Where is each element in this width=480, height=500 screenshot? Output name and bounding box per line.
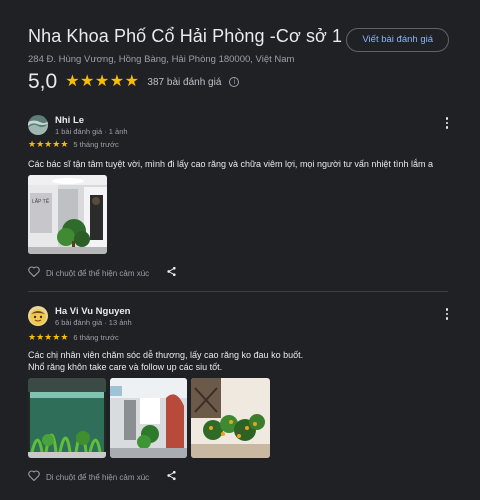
review-text: Các bác sĩ tận tâm tuyệt vời, mình đi lấ… — [28, 159, 433, 169]
place-address: 284 Đ. Hùng Vương, Hồng Bàng, Hải Phòng … — [28, 54, 295, 65]
star-icon: ★ — [44, 332, 53, 342]
review-author-meta: 1 bài đánh giá · 1 ảnh — [55, 127, 128, 136]
share-icon[interactable] — [166, 468, 177, 486]
review-photo[interactable] — [28, 378, 106, 458]
star-icon: ★ — [36, 332, 45, 342]
review-photo[interactable]: LẤP TẾ — [28, 175, 107, 254]
star-icon: ★ — [124, 73, 139, 90]
review-card: Nhi Le 1 bài đánh giá · 1 ảnh ★ ★ ★ ★ ★ … — [28, 115, 449, 282]
review-text-line: Nhổ răng khôn take care và follow up các… — [28, 362, 223, 372]
review-time: 6 tháng trước — [73, 333, 119, 342]
heart-icon[interactable] — [28, 468, 40, 486]
review-text: Các chị nhân viên chăm sóc dễ thương, lấ… — [28, 349, 448, 373]
photo-sign-text: LẤP TẾ — [32, 198, 50, 205]
review-stars: ★ ★ ★ ★ ★ 5 tháng trước — [28, 139, 119, 150]
review-card: Ha Vi Vu Nguyen 6 bài đánh giá · 13 ảnh … — [28, 306, 449, 500]
review-author-meta: 6 bài đánh giá · 13 ảnh — [55, 318, 132, 327]
star-icon: ★ — [65, 73, 80, 90]
more-options-icon[interactable] — [442, 306, 452, 322]
review-count: 387 bài đánh giá — [147, 76, 222, 88]
star-icon: ★ — [36, 139, 45, 149]
share-icon[interactable] — [166, 264, 177, 282]
rating-stars: ★ ★ ★ ★ ★ — [65, 74, 139, 90]
review-actions: Di chuột để thể hiện cảm xúc — [28, 264, 177, 282]
star-icon: ★ — [52, 332, 61, 342]
review-time: 5 tháng trước — [73, 140, 119, 149]
more-options-icon[interactable] — [442, 115, 452, 131]
avatar[interactable] — [28, 306, 48, 326]
review-stars: ★ ★ ★ ★ ★ 6 tháng trước — [28, 332, 119, 343]
review-author[interactable]: Ha Vi Vu Nguyen — [55, 306, 131, 317]
rating-value: 5,0 — [28, 70, 58, 93]
avatar[interactable] — [28, 115, 48, 135]
review-divider — [28, 291, 448, 292]
star-icon: ★ — [28, 139, 37, 149]
review-actions: Di chuột để thể hiện cảm xúc — [28, 468, 177, 486]
review-photo[interactable] — [110, 378, 187, 458]
star-icon: ★ — [52, 139, 61, 149]
star-icon: ★ — [109, 73, 125, 90]
star-icon: ★ — [60, 332, 69, 342]
write-review-button[interactable]: Viết bài đánh giá — [346, 28, 449, 52]
rating-summary: 5,0 ★ ★ ★ ★ ★ 387 bài đánh giá i — [28, 70, 240, 94]
star-icon: ★ — [60, 139, 69, 149]
info-icon[interactable]: i — [229, 77, 240, 87]
star-icon: ★ — [80, 73, 95, 90]
review-author[interactable]: Nhi Le — [55, 115, 84, 126]
react-label: Di chuột để thể hiện cảm xúc — [46, 268, 150, 278]
react-label: Di chuột để thể hiện cảm xúc — [46, 472, 150, 482]
heart-icon[interactable] — [28, 264, 40, 282]
star-icon: ★ — [44, 139, 53, 149]
star-icon: ★ — [28, 332, 37, 342]
place-header: Nha Khoa Phố Cổ Hải Phòng -Cơ sở 1 284 Đ… — [28, 26, 456, 65]
review-text-line: Các chị nhân viên chăm sóc dễ thương, lấ… — [28, 350, 304, 360]
star-icon: ★ — [94, 73, 110, 90]
review-photo[interactable] — [191, 378, 270, 458]
